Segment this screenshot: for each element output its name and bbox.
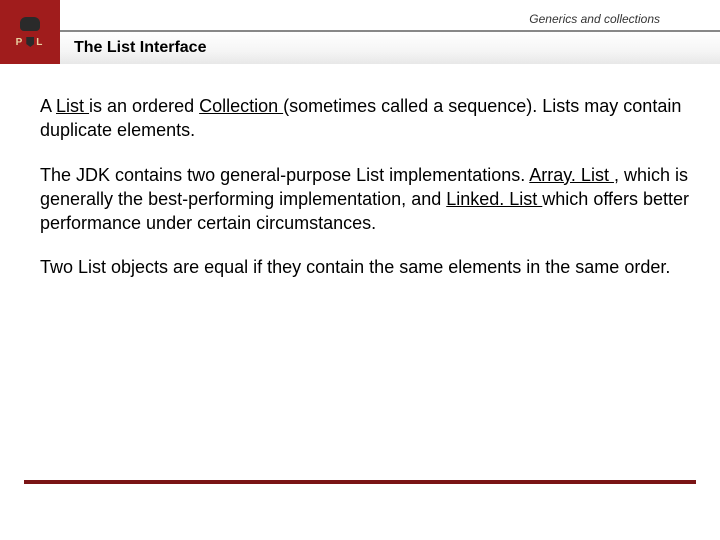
brand-logo: P L (0, 0, 60, 64)
logo-letters: P L (16, 37, 45, 48)
slide-content: A List is an ordered Collection (sometim… (0, 64, 720, 280)
linkedlist-link[interactable]: Linked. List (446, 189, 542, 209)
logo-emblem-icon (18, 17, 42, 35)
logo-letter-right: L (36, 37, 44, 48)
arraylist-link[interactable]: Array. List (529, 165, 614, 185)
p1-text-b: is an ordered (89, 96, 199, 116)
title-bar: The List Interface (60, 30, 720, 64)
p2-text-a: The JDK contains two general-purpose Lis… (40, 165, 529, 185)
p1-text-a: A (40, 96, 56, 116)
header-right: Generics and collections The List Interf… (60, 0, 720, 64)
topic-label: Generics and collections (60, 12, 720, 30)
collection-link[interactable]: Collection (199, 96, 283, 116)
list-link[interactable]: List (56, 96, 89, 116)
logo-crest-icon (26, 37, 34, 47)
paragraph-2: The JDK contains two general-purpose Lis… (40, 163, 696, 236)
paragraph-1: A List is an ordered Collection (sometim… (40, 94, 696, 143)
logo-letter-left: P (16, 37, 25, 48)
paragraph-3: Two List objects are equal if they conta… (40, 255, 696, 279)
footer-rule (24, 480, 696, 484)
slide-title: The List Interface (74, 39, 206, 57)
slide-header: P L Generics and collections The List In… (0, 0, 720, 64)
